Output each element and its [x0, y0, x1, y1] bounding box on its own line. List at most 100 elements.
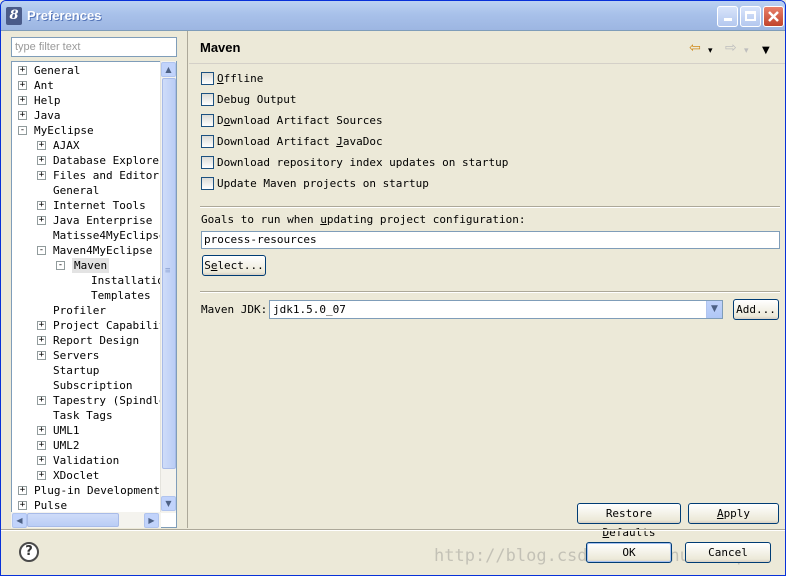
preference-tree[interactable]: + General + Ant + Help + Java - MyEclipse + AJAX + Da… — [11, 61, 177, 528]
tree-item[interactable]: + UML2 — [12, 438, 162, 453]
maven-jdk-select[interactable]: jdk1.5.0_07 — [269, 300, 723, 319]
tree-item[interactable]: + Report Design — [12, 333, 162, 348]
scroll-down-button[interactable]: ▼ — [161, 496, 176, 511]
expand-icon[interactable]: + — [37, 471, 46, 480]
tree-item-label: Subscription — [53, 379, 133, 392]
tree-item[interactable]: Task Tags — [12, 408, 162, 423]
filter-input[interactable] — [11, 37, 177, 57]
tree-item-label: Pulse — [34, 499, 68, 512]
close-icon — [768, 11, 779, 22]
tree-item[interactable]: + Ant — [12, 78, 162, 93]
download-index-label: Download repository index updates on sta… — [217, 156, 509, 169]
apply-button[interactable]: Apply — [688, 503, 779, 524]
collapse-icon[interactable]: - — [18, 126, 27, 135]
maximize-icon — [745, 11, 756, 21]
tree-item[interactable]: + AJAX — [12, 138, 162, 153]
add-jdk-button[interactable]: Add... — [733, 299, 779, 320]
cancel-button[interactable]: Cancel — [685, 542, 771, 563]
tree-item[interactable]: + Internet Tools — [12, 198, 162, 213]
tree-item[interactable]: + Tapestry (Spindle) — [12, 393, 172, 408]
expand-icon[interactable]: + — [37, 216, 46, 225]
back-arrow-icon[interactable]: ⇦ — [689, 41, 701, 55]
tree-item-label: Tapestry (Spindle) — [53, 394, 173, 407]
horizontal-scroll-thumb[interactable] — [27, 513, 119, 527]
tree-item[interactable]: + Java — [12, 108, 162, 123]
download-sources-checkbox[interactable] — [201, 114, 214, 127]
tree-item[interactable]: - Maven4MyEclipse — [12, 243, 162, 258]
select-goals-button[interactable]: Select... — [202, 255, 266, 276]
minimize-icon — [723, 18, 732, 21]
tree-item[interactable]: - Maven — [12, 258, 162, 273]
tree-item-label: Project Capabiliti — [53, 319, 173, 332]
tree-item[interactable]: + Servers — [12, 348, 162, 363]
tree-item[interactable]: + Plug-in Development — [12, 483, 162, 498]
chevron-down-icon[interactable]: ▼ — [706, 301, 722, 318]
tree-item[interactable]: Installation — [12, 273, 170, 288]
debug-output-checkbox[interactable] — [201, 93, 214, 106]
tree-item[interactable]: + Help — [12, 93, 162, 108]
title-bar[interactable]: 8 Preferences — [1, 1, 785, 31]
expand-icon[interactable]: + — [37, 441, 46, 450]
tree-item[interactable]: + Pulse — [12, 498, 162, 513]
expand-icon[interactable]: + — [37, 141, 46, 150]
expand-icon[interactable]: + — [37, 156, 46, 165]
tree-item[interactable]: Templates — [12, 288, 162, 303]
scroll-left-button[interactable]: ◀ — [12, 513, 27, 528]
scroll-thumb[interactable]: ≡ — [162, 78, 176, 469]
expand-icon[interactable]: + — [18, 486, 27, 495]
expand-icon[interactable]: + — [37, 396, 46, 405]
scroll-grip-icon: ≡ — [165, 266, 171, 276]
collapse-icon[interactable]: - — [56, 261, 65, 270]
scroll-right-button[interactable]: ▶ — [144, 513, 159, 528]
collapse-icon[interactable]: - — [37, 246, 46, 255]
help-icon[interactable]: ? — [19, 542, 39, 562]
update-projects-checkbox[interactable] — [201, 177, 214, 190]
expand-icon[interactable]: + — [37, 426, 46, 435]
minimize-button[interactable] — [717, 6, 738, 27]
tree-item[interactable]: Matisse4MyEclipse/ — [12, 228, 172, 243]
tree-item[interactable]: + General — [12, 63, 162, 78]
scroll-up-button[interactable]: ▲ — [161, 62, 176, 77]
tree-item[interactable]: Subscription — [12, 378, 162, 393]
maximize-button[interactable] — [740, 6, 761, 27]
expand-icon[interactable]: + — [18, 501, 27, 510]
download-index-checkbox[interactable] — [201, 156, 214, 169]
page-title: Maven — [200, 40, 241, 55]
maven-jdk-label: Maven JDK: — [201, 303, 268, 316]
offline-checkbox[interactable] — [201, 72, 214, 85]
expand-icon[interactable]: + — [37, 456, 46, 465]
close-button[interactable] — [763, 6, 784, 27]
tree-item[interactable]: + XDoclet — [12, 468, 162, 483]
download-sources-label: Download Artifact Sources — [217, 114, 383, 127]
view-menu-icon[interactable]: ▼ — [762, 44, 770, 58]
expand-icon[interactable]: + — [37, 201, 46, 210]
expand-icon[interactable]: + — [18, 81, 27, 90]
tree-item[interactable]: + UML1 — [12, 423, 162, 438]
tree-item[interactable]: + Database Explorer — [12, 153, 166, 168]
expand-icon[interactable]: + — [37, 171, 46, 180]
goals-input[interactable]: process-resources — [201, 231, 780, 249]
tree-item[interactable]: + Java Enterprise Pr — [12, 213, 172, 228]
tree-item[interactable]: General — [12, 183, 162, 198]
tree-item[interactable]: + Files and Editors — [12, 168, 166, 183]
expand-icon[interactable]: + — [18, 66, 27, 75]
download-javadoc-checkbox[interactable] — [201, 135, 214, 148]
tree-item[interactable]: + Validation — [12, 453, 162, 468]
ok-button[interactable]: OK — [586, 542, 672, 563]
tree-item-label: Database Explorer — [53, 154, 166, 167]
tree-item[interactable]: - MyEclipse — [12, 123, 162, 138]
tree-item-label: XDoclet — [53, 469, 100, 482]
expand-icon[interactable]: + — [18, 96, 27, 105]
header-separator — [189, 63, 785, 64]
expand-icon[interactable]: + — [37, 321, 46, 330]
expand-icon[interactable]: + — [37, 336, 46, 345]
expand-icon[interactable]: + — [18, 111, 27, 120]
expand-icon[interactable]: + — [37, 351, 46, 360]
restore-defaults-button[interactable]: Restore Defaults — [577, 503, 681, 539]
tree-item-label: UML2 — [53, 439, 80, 452]
tree-item[interactable]: + Project Capabiliti — [12, 318, 172, 333]
tree-item-label: Help — [34, 94, 61, 107]
tree-item[interactable]: Profiler — [12, 303, 162, 318]
tree-item[interactable]: Startup — [12, 363, 162, 378]
back-dropdown-icon[interactable]: ▾ — [708, 44, 713, 58]
